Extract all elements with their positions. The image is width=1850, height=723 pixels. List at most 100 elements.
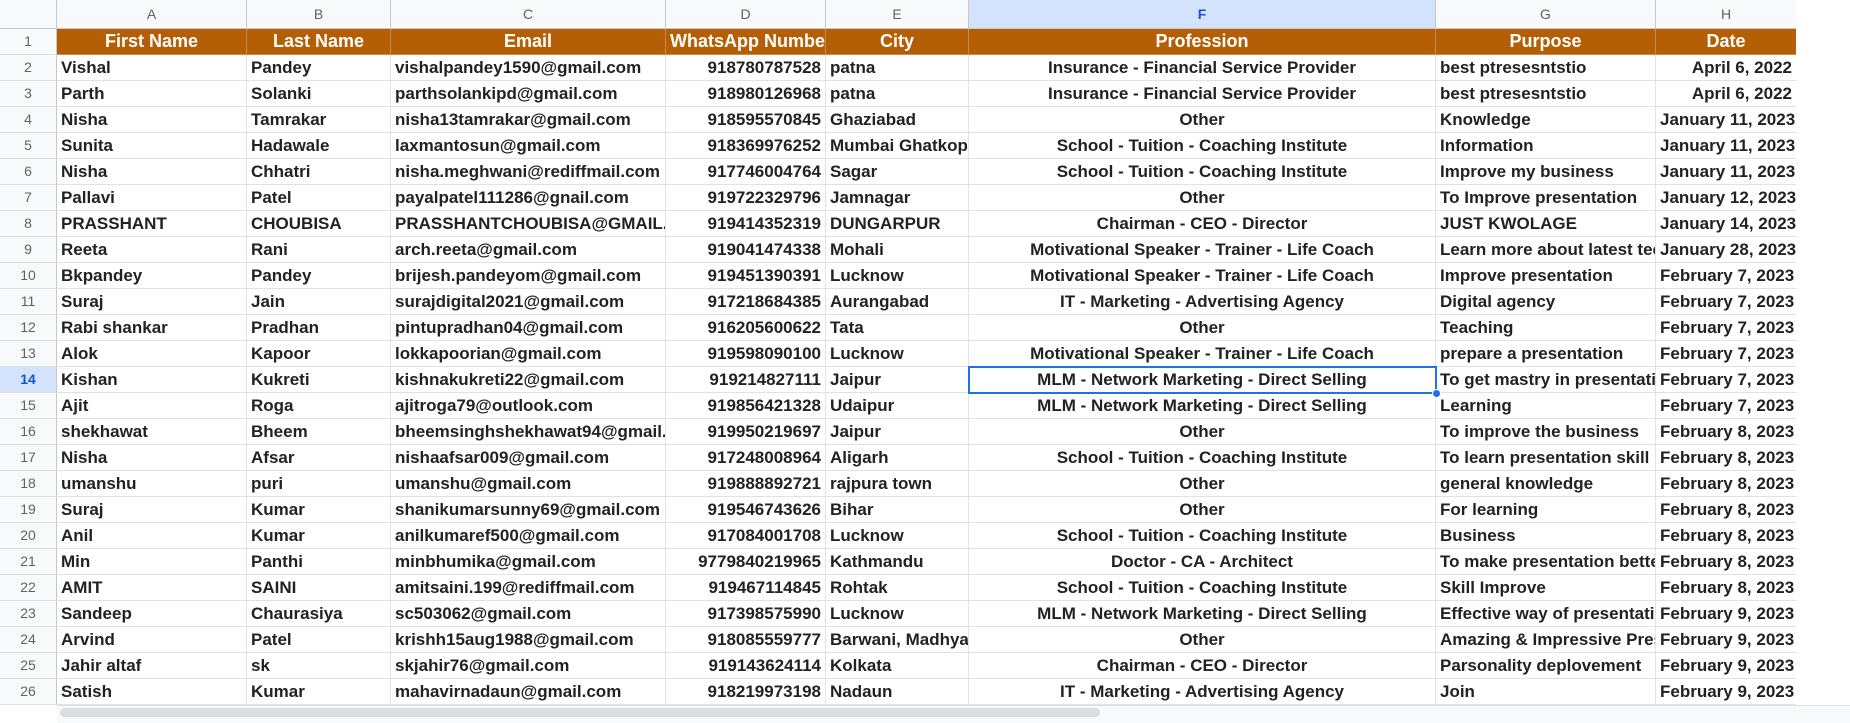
horizontal-scrollbar-thumb[interactable] bbox=[60, 708, 1100, 717]
column-title-email[interactable]: Email bbox=[391, 29, 666, 55]
cell-date[interactable]: January 28, 2023 bbox=[1656, 237, 1797, 263]
cell-purpose[interactable]: Improve presentation bbox=[1436, 263, 1656, 289]
cell-purpose[interactable]: To get mastry in presentation bbox=[1436, 367, 1656, 393]
cell-purpose[interactable]: Learning bbox=[1436, 393, 1656, 419]
cell-email[interactable]: bheemsinghshekhawat94@gmail.com bbox=[391, 419, 666, 445]
cell-email[interactable]: kishnakukreti22@gmail.com bbox=[391, 367, 666, 393]
cell-city[interactable]: Ghaziabad bbox=[826, 107, 969, 133]
cell-whatsapp-number[interactable]: 919143624114 bbox=[666, 653, 826, 679]
cell-whatsapp-number[interactable]: 918780787528 bbox=[666, 55, 826, 81]
cell-first-name[interactable]: Parth bbox=[57, 81, 247, 107]
cell-profession[interactable]: MLM - Network Marketing - Direct Selling bbox=[969, 601, 1436, 627]
cell-whatsapp-number[interactable]: 919856421328 bbox=[666, 393, 826, 419]
cell-last-name[interactable]: Patel bbox=[247, 185, 391, 211]
cell-last-name[interactable]: Chhatri bbox=[247, 159, 391, 185]
cell-profession[interactable]: Other bbox=[969, 419, 1436, 445]
cell-date[interactable]: February 7, 2023 bbox=[1656, 367, 1797, 393]
row-header-20[interactable]: 20 bbox=[0, 523, 57, 549]
cell-first-name[interactable]: Rabi shankar bbox=[57, 315, 247, 341]
cell-city[interactable]: rajpura town bbox=[826, 471, 969, 497]
cell-last-name[interactable]: SAINI bbox=[247, 575, 391, 601]
cell-last-name[interactable]: Afsar bbox=[247, 445, 391, 471]
cell-last-name[interactable]: CHOUBISA bbox=[247, 211, 391, 237]
cell-last-name[interactable]: Pandey bbox=[247, 55, 391, 81]
column-title-last-name[interactable]: Last Name bbox=[247, 29, 391, 55]
cell-city[interactable]: Udaipur bbox=[826, 393, 969, 419]
cell-last-name[interactable]: Panthi bbox=[247, 549, 391, 575]
spreadsheet-grid[interactable]: ABCDEFGH 1 First Name Last Name Email WhatsA… bbox=[0, 0, 1850, 723]
cell-profession[interactable]: IT - Marketing - Advertising Agency bbox=[969, 289, 1436, 315]
cell-email[interactable]: sc503062@gmail.com bbox=[391, 601, 666, 627]
cell-purpose[interactable]: Amazing & Impressive Presentation bbox=[1436, 627, 1656, 653]
cell-whatsapp-number[interactable]: 919414352319 bbox=[666, 211, 826, 237]
cell-email[interactable]: ajitroga79@outlook.com bbox=[391, 393, 666, 419]
cell-whatsapp-number[interactable]: 919950219697 bbox=[666, 419, 826, 445]
cell-whatsapp-number[interactable]: 917218684385 bbox=[666, 289, 826, 315]
column-header-d[interactable]: D bbox=[666, 0, 826, 29]
cell-first-name[interactable]: Vishal bbox=[57, 55, 247, 81]
cell-date[interactable]: February 8, 2023 bbox=[1656, 523, 1797, 549]
cell-profession[interactable]: School - Tuition - Coaching Institute bbox=[969, 445, 1436, 471]
cell-city[interactable]: Aligarh bbox=[826, 445, 969, 471]
cell-purpose[interactable]: For learning bbox=[1436, 497, 1656, 523]
cell-city[interactable]: patna bbox=[826, 81, 969, 107]
row-header-1[interactable]: 1 bbox=[0, 29, 57, 55]
cell-last-name[interactable]: Patel bbox=[247, 627, 391, 653]
cell-profession[interactable]: School - Tuition - Coaching Institute bbox=[969, 575, 1436, 601]
cell-date[interactable]: January 11, 2023 bbox=[1656, 159, 1797, 185]
cell-whatsapp-number[interactable]: 919598090100 bbox=[666, 341, 826, 367]
cell-email[interactable]: minbhumika@gmail.com bbox=[391, 549, 666, 575]
cell-purpose[interactable]: Teaching bbox=[1436, 315, 1656, 341]
cell-first-name[interactable]: Nisha bbox=[57, 107, 247, 133]
row-header-15[interactable]: 15 bbox=[0, 393, 57, 419]
cell-last-name[interactable]: sk bbox=[247, 653, 391, 679]
cell-date[interactable]: February 8, 2023 bbox=[1656, 445, 1797, 471]
cell-whatsapp-number[interactable]: 917248008964 bbox=[666, 445, 826, 471]
cell-last-name[interactable]: puri bbox=[247, 471, 391, 497]
cell-date[interactable]: February 7, 2023 bbox=[1656, 393, 1797, 419]
cell-first-name[interactable]: Pallavi bbox=[57, 185, 247, 211]
cell-last-name[interactable]: Rani bbox=[247, 237, 391, 263]
cell-purpose[interactable]: best ptresesntstio bbox=[1436, 81, 1656, 107]
cell-city[interactable]: Mohali bbox=[826, 237, 969, 263]
cell-purpose[interactable]: general knowledge bbox=[1436, 471, 1656, 497]
cell-last-name[interactable]: Pandey bbox=[247, 263, 391, 289]
cell-email[interactable]: payalpatel111286@gnail.com bbox=[391, 185, 666, 211]
cell-city[interactable]: Tata bbox=[826, 315, 969, 341]
cell-email[interactable]: krishh15aug1988@gmail.com bbox=[391, 627, 666, 653]
column-header-e[interactable]: E bbox=[826, 0, 969, 29]
cell-purpose[interactable]: Digital agency bbox=[1436, 289, 1656, 315]
column-title-whatsapp-number[interactable]: WhatsApp Number bbox=[666, 29, 826, 55]
cell-city[interactable]: Jamnagar bbox=[826, 185, 969, 211]
cell-date[interactable]: January 14, 2023 bbox=[1656, 211, 1797, 237]
row-header-6[interactable]: 6 bbox=[0, 159, 57, 185]
cell-purpose[interactable]: To improve the business bbox=[1436, 419, 1656, 445]
column-header-h[interactable]: H bbox=[1656, 0, 1797, 29]
cell-first-name[interactable]: Anil bbox=[57, 523, 247, 549]
cell-whatsapp-number[interactable]: 9779840219965 bbox=[666, 549, 826, 575]
row-header-17[interactable]: 17 bbox=[0, 445, 57, 471]
column-header-b[interactable]: B bbox=[247, 0, 391, 29]
cell-purpose[interactable]: Effective way of presentation bbox=[1436, 601, 1656, 627]
fill-handle[interactable] bbox=[1432, 389, 1441, 398]
cell-profession[interactable]: Insurance - Financial Service Provider bbox=[969, 55, 1436, 81]
cell-last-name[interactable]: Jain bbox=[247, 289, 391, 315]
cell-last-name[interactable]: Hadawale bbox=[247, 133, 391, 159]
cell-first-name[interactable]: Suraj bbox=[57, 497, 247, 523]
cell-whatsapp-number[interactable]: 919214827111 bbox=[666, 367, 826, 393]
row-header-9[interactable]: 9 bbox=[0, 237, 57, 263]
column-header-c[interactable]: C bbox=[391, 0, 666, 29]
cell-date[interactable]: February 8, 2023 bbox=[1656, 575, 1797, 601]
cell-first-name[interactable]: Reeta bbox=[57, 237, 247, 263]
cell-city[interactable]: Jaipur bbox=[826, 419, 969, 445]
cell-profession[interactable]: Motivational Speaker - Trainer - Life Co… bbox=[969, 263, 1436, 289]
cell-city[interactable]: Kolkata bbox=[826, 653, 969, 679]
row-header-7[interactable]: 7 bbox=[0, 185, 57, 211]
cell-purpose[interactable]: Business bbox=[1436, 523, 1656, 549]
cell-profession[interactable]: School - Tuition - Coaching Institute bbox=[969, 133, 1436, 159]
row-header-16[interactable]: 16 bbox=[0, 419, 57, 445]
cell-city[interactable]: patna bbox=[826, 55, 969, 81]
row-header-2[interactable]: 2 bbox=[0, 55, 57, 81]
cell-purpose[interactable]: prepare a presentation bbox=[1436, 341, 1656, 367]
cell-first-name[interactable]: AMIT bbox=[57, 575, 247, 601]
